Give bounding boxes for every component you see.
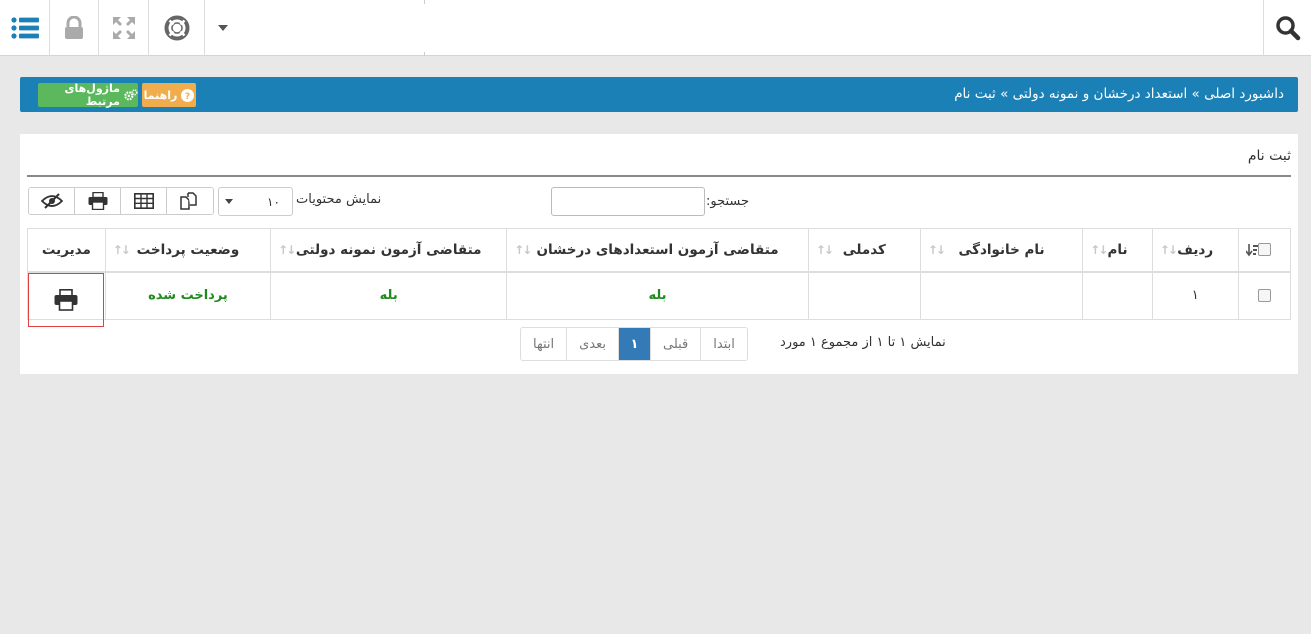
copy-icon: [180, 192, 197, 210]
lifebuoy-icon: [164, 15, 189, 41]
sort-icon: ↓↑: [1159, 243, 1178, 257]
page-prev-button[interactable]: قبلی: [651, 328, 702, 360]
row-select-cell: [1237, 271, 1292, 320]
select-all-header[interactable]: [1237, 228, 1292, 273]
page-length-value: ۱۰: [267, 195, 280, 209]
fullscreen-button[interactable]: [99, 0, 149, 56]
table-row: ۱ بله بله پرداخت شده: [27, 271, 1292, 327]
sort-icon: ↓↑: [112, 243, 131, 257]
col-header-last-name[interactable]: نام خانوادگی ↓↑: [919, 228, 1084, 273]
page-next-button[interactable]: بعدی: [567, 328, 619, 360]
page-last-button[interactable]: انتها: [521, 328, 568, 360]
page-length-select[interactable]: ۱۰: [218, 187, 293, 216]
copy-button[interactable]: [167, 188, 213, 214]
top-toolbar: [0, 0, 1311, 56]
sort-icon: ↓↑: [278, 243, 296, 257]
lock-icon: [65, 16, 83, 39]
sort-icon: ↓↑: [1090, 243, 1108, 257]
payment-status-cell: پرداخت شده: [104, 271, 272, 320]
row-number-cell: ۱: [1151, 271, 1239, 320]
col-header-first-name[interactable]: نام ↓↑: [1082, 228, 1153, 273]
search-label: جستجو:: [706, 194, 750, 209]
registrations-table: ردیف ↓↑ نام ↓↑ نام خانوادگی ↓↑ کدملی ↓↑ متقا…: [27, 228, 1292, 327]
svg-text:?: ?: [185, 92, 190, 102]
print-table-button[interactable]: [75, 188, 121, 214]
dropdown-toggle[interactable]: [205, 0, 241, 56]
row-checkbox[interactable]: [1257, 289, 1271, 303]
lock-button[interactable]: [50, 0, 99, 56]
column-visibility-button[interactable]: [29, 188, 75, 214]
divider: [424, 0, 425, 4]
col-header-payment-status[interactable]: وضعیت پرداخت ↓↑: [104, 228, 272, 273]
table-icon: [133, 193, 154, 209]
divider: [424, 52, 425, 56]
help-label: راهنما: [143, 88, 178, 102]
divider: [27, 175, 1291, 177]
talent-applicant-cell: بله: [506, 271, 809, 320]
sort-amount-icon[interactable]: [1245, 244, 1258, 257]
page-length-label: نمایش محتویات: [296, 192, 382, 207]
eye-slash-icon: [40, 193, 63, 209]
search-button[interactable]: [1263, 0, 1311, 56]
col-header-talent-applicant[interactable]: متقاضی آزمون استعدادهای درخشان ↓↑: [506, 228, 809, 273]
excel-export-button[interactable]: [121, 188, 167, 214]
col-header-management: مدیریت: [27, 228, 106, 273]
search-icon: [1275, 16, 1300, 41]
modules-label: ماژول‌های مرتبط: [64, 82, 120, 108]
breadcrumb[interactable]: داشبورد اصلی » استعداد درخشان و نمونه دو…: [954, 77, 1284, 112]
select-all-checkbox[interactable]: [1257, 243, 1271, 257]
help-button[interactable]: ? راهنما: [142, 83, 196, 107]
registration-panel: ثبت نام جستجو: نمایش محتویات ۱۰ ردیف ↓↑ …: [20, 134, 1298, 374]
print-icon: [88, 192, 107, 210]
list-icon: [10, 17, 39, 39]
table-header-row: ردیف ↓↑ نام ↓↑ نام خانوادگی ↓↑ کدملی ↓↑ متقا…: [27, 228, 1292, 273]
related-modules-button[interactable]: ماژول‌های مرتبط: [38, 82, 138, 108]
expand-icon: [112, 17, 135, 39]
sort-icon: ↓↑: [927, 243, 946, 257]
gov-applicant-cell: بله: [270, 271, 508, 320]
breadcrumb-bar: داشبورد اصلی » استعداد درخشان و نمونه دو…: [20, 77, 1298, 112]
print-icon: [54, 288, 78, 311]
caret-down-icon: [218, 25, 228, 31]
caret-down-icon: [225, 199, 233, 204]
page-first-button[interactable]: ابتدا: [701, 328, 747, 360]
question-circle-icon: ?: [181, 88, 195, 102]
col-header-gov-applicant[interactable]: متقاضی آزمون نمونه دولتی ↓↑: [270, 228, 508, 273]
sort-icon: ↓↑: [815, 243, 834, 257]
col-header-national-code[interactable]: کدملی ↓↑: [807, 228, 921, 273]
page-current-button[interactable]: ۱: [619, 328, 651, 360]
col-header-row-number[interactable]: ردیف ↓↑: [1151, 228, 1239, 273]
search-input[interactable]: [551, 187, 705, 216]
sort-icon: ↓↑: [514, 243, 532, 257]
national-code-cell: [807, 271, 921, 320]
management-cell: [27, 271, 106, 327]
last-name-cell: [919, 271, 1084, 320]
table-tools: [28, 187, 214, 215]
pagination: انتها بعدی ۱ قبلی ابتدا: [520, 327, 748, 361]
support-button[interactable]: [149, 0, 205, 56]
menu-button[interactable]: [0, 0, 50, 56]
pagination-info: نمایش ۱ تا ۱ از مجموع ۱ مورد: [780, 335, 946, 350]
first-name-cell: [1082, 271, 1153, 320]
gears-icon: [124, 89, 138, 101]
print-receipt-button[interactable]: [28, 272, 104, 327]
panel-title: ثبت نام: [1247, 148, 1291, 164]
